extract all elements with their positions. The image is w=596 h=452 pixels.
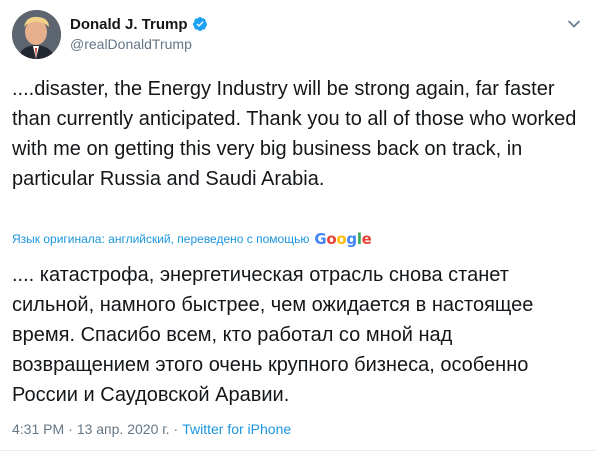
divider	[0, 450, 596, 451]
tweet-date[interactable]: 13 апр. 2020 г.	[77, 421, 170, 437]
tweet-source-link[interactable]: Twitter for iPhone	[182, 421, 291, 437]
google-logo: Google	[314, 230, 372, 248]
tweet-meta: 4:31 PM · 13 апр. 2020 г. · Twitter for …	[12, 420, 291, 438]
tweet-time[interactable]: 4:31 PM	[12, 421, 64, 437]
tweet-text: ....disaster, the Energy Industry will b…	[12, 78, 577, 190]
profile-photo-icon	[12, 10, 61, 59]
user-info: Donald J. Trump @realDonaldTrump	[70, 14, 208, 52]
chevron-down-icon	[568, 20, 580, 28]
more-options-button[interactable]	[564, 14, 584, 34]
verified-badge-icon	[192, 17, 207, 31]
translation-notice[interactable]: Язык оригинала: английский, переведено с…	[12, 230, 372, 248]
avatar[interactable]	[12, 10, 61, 59]
meta-separator: ·	[173, 421, 179, 437]
display-name-row: Donald J. Trump	[70, 14, 208, 34]
user-handle[interactable]: @realDonaldTrump	[70, 36, 208, 52]
display-name[interactable]: Donald J. Trump	[70, 16, 188, 33]
translated-tweet-text: .... катастрофа, энергетическая отрасль …	[12, 264, 534, 406]
meta-separator: ·	[68, 421, 73, 437]
translation-label: Язык оригинала: английский, переведено с…	[12, 232, 310, 246]
tweet-header: Donald J. Trump @realDonaldTrump	[12, 10, 584, 62]
